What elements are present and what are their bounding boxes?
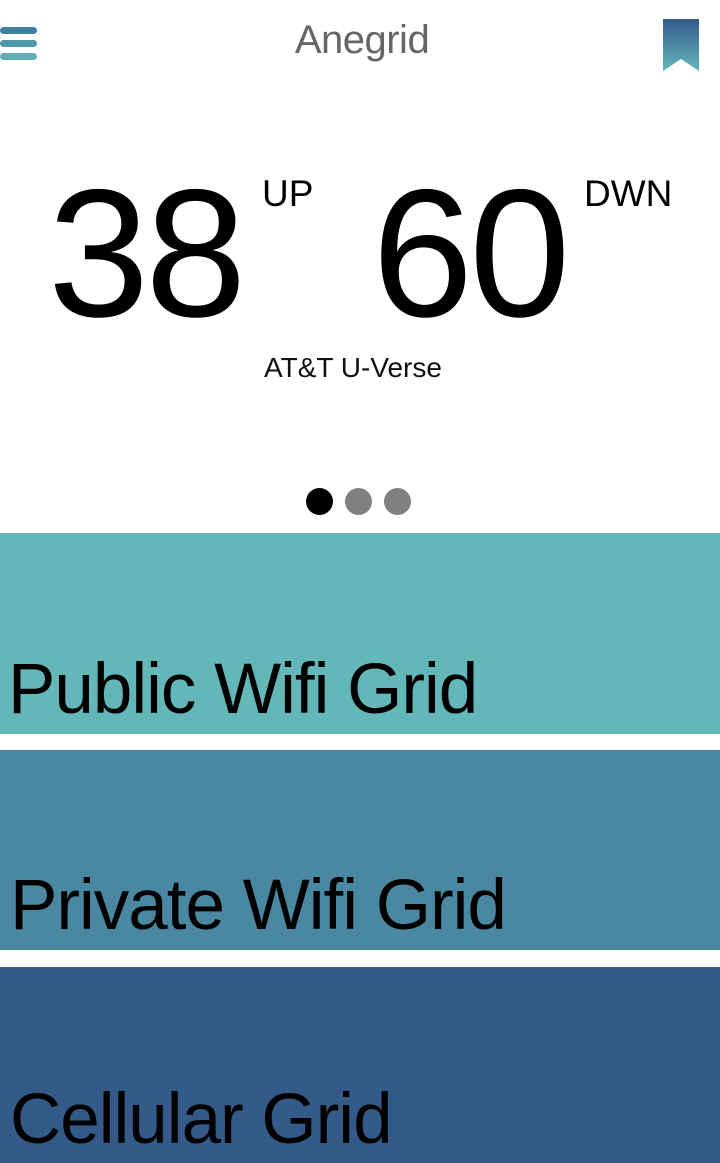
speed-display: 38 UP 60 DWN AT&T U-Verse (0, 90, 720, 530)
provider-name: AT&T U-Verse (264, 352, 442, 383)
upload-speed-value: 38 (48, 151, 246, 355)
app-header: Anegrid (0, 0, 720, 90)
public-wifi-grid-tile[interactable]: Public Wifi Grid (0, 533, 720, 734)
tile-label: Cellular Grid (10, 1080, 393, 1159)
cellular-grid-tile[interactable]: Cellular Grid (0, 967, 720, 1163)
tile-label: Public Wifi Grid (8, 650, 478, 729)
download-speed-unit: DWN (584, 173, 673, 214)
app-screen: Anegrid 38 UP 60 DWN AT&T U-Verse Public… (0, 0, 720, 1163)
tile-label: Private Wifi Grid (10, 866, 507, 945)
page-dot-3[interactable] (384, 488, 411, 515)
page-indicator (306, 488, 411, 516)
download-speed-value: 60 (372, 151, 570, 355)
page-dot-1[interactable] (306, 488, 333, 515)
page-dot-2[interactable] (345, 488, 372, 515)
app-title: Anegrid (294, 18, 430, 62)
upload-speed-unit: UP (262, 173, 314, 214)
private-wifi-grid-tile[interactable]: Private Wifi Grid (0, 750, 720, 950)
bookmark-icon[interactable] (663, 19, 699, 71)
